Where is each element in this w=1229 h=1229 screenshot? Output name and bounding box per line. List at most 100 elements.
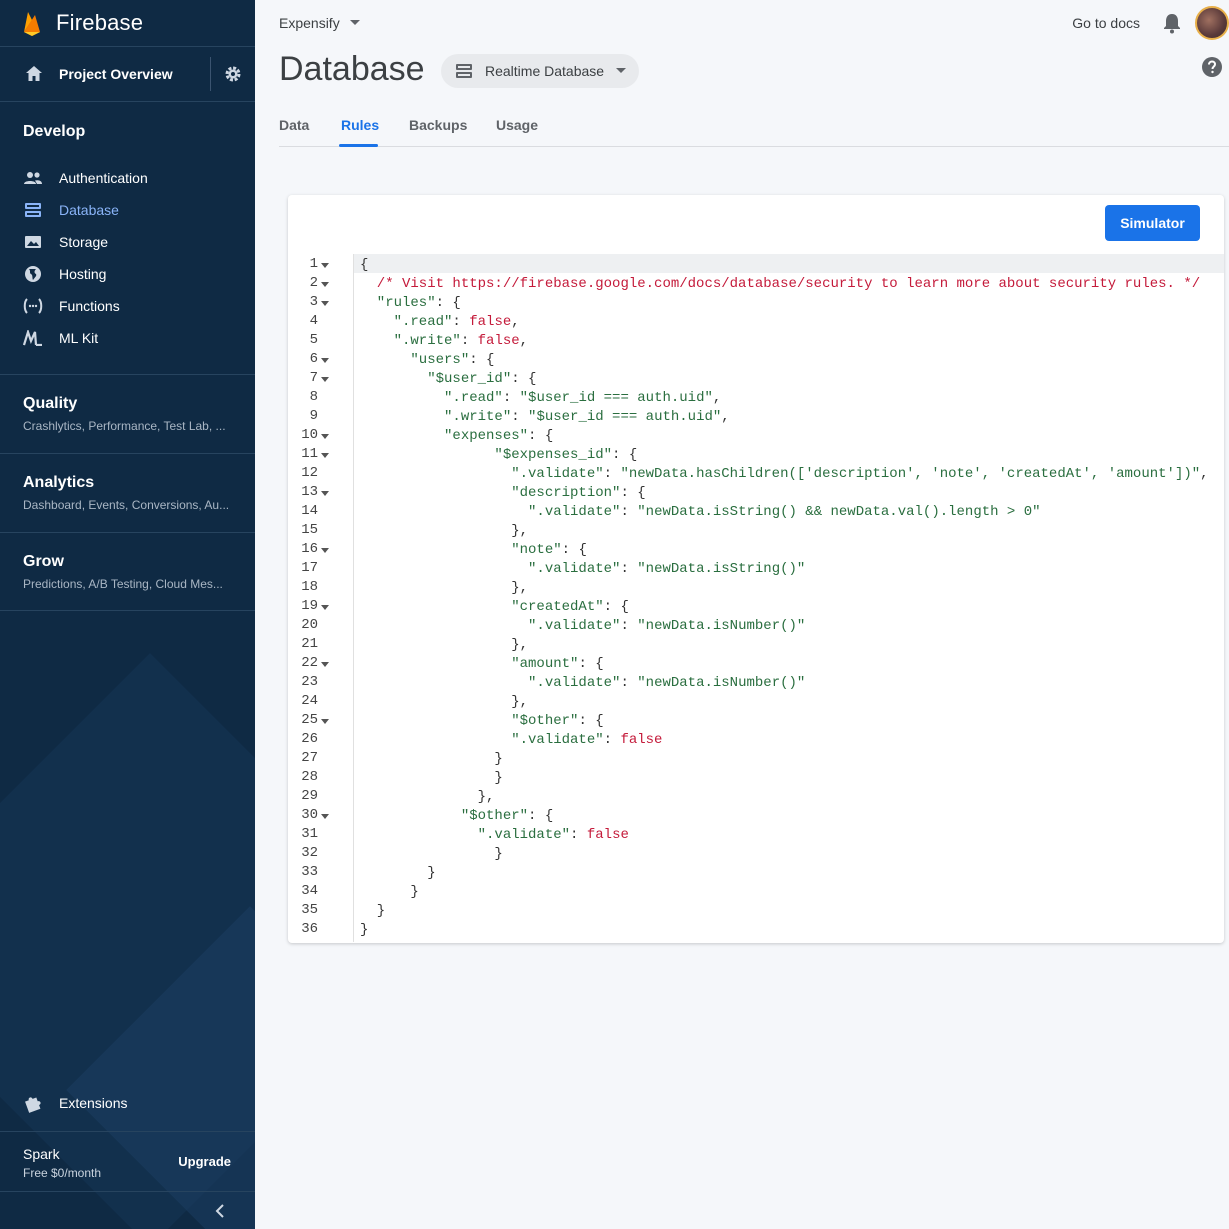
tab-rules[interactable]: Rules [341, 117, 379, 133]
nav-database[interactable]: Database [0, 194, 255, 226]
group-title: Grow [23, 553, 64, 570]
nav-label: Database [59, 202, 119, 218]
simulator-button[interactable]: Simulator [1105, 205, 1200, 241]
code-line: }, [360, 579, 528, 598]
code-token: } [360, 751, 503, 767]
fold-arrow-icon[interactable] [321, 662, 329, 667]
database-type-selector[interactable]: Realtime Database [441, 54, 639, 88]
tab-data[interactable]: Data [279, 117, 309, 133]
fold-arrow-icon[interactable] [321, 301, 329, 306]
code-token: : [502, 390, 520, 406]
main-content: Expensify Go to docs Database Realtime D… [255, 0, 1229, 1229]
code-line: } [360, 921, 368, 940]
code-token: , [721, 409, 730, 425]
code-token: ".validate" [360, 618, 621, 634]
database-type-label: Realtime Database [485, 63, 605, 79]
code-token: } [360, 770, 503, 786]
line-number: 17 [301, 560, 318, 576]
develop-section-title[interactable]: Develop [0, 123, 255, 158]
code-token: } [360, 846, 503, 862]
fold-arrow-icon[interactable] [321, 434, 329, 439]
firebase-logo-icon [24, 12, 40, 36]
line-number: 34 [301, 883, 318, 899]
code-line: "expenses": { [360, 427, 553, 446]
collapse-sidebar-bar[interactable] [0, 1191, 255, 1229]
line-number: 13 [301, 484, 318, 500]
code-line: "description": { [360, 484, 645, 503]
line-number: 36 [301, 921, 318, 937]
fold-arrow-icon[interactable] [321, 263, 329, 268]
fold-arrow-icon[interactable] [321, 605, 329, 610]
line-number: 35 [301, 902, 318, 918]
puzzle-icon [25, 1097, 41, 1113]
code-token: "description" [360, 485, 621, 501]
code-token: } [360, 922, 369, 938]
nav-group-grow[interactable]: Grow Predictions, A/B Testing, Cloud Mes… [0, 532, 255, 611]
code-token: false [477, 333, 520, 349]
code-token: : [620, 675, 638, 691]
code-line: "note": { [360, 541, 587, 560]
fold-arrow-icon[interactable] [321, 548, 329, 553]
nav-authentication[interactable]: Authentication [0, 162, 255, 194]
line-number: 21 [301, 636, 318, 652]
fold-arrow-icon[interactable] [321, 282, 329, 287]
nav-extensions[interactable]: Extensions [0, 1085, 255, 1121]
code-token: : [452, 314, 470, 330]
line-number: 8 [309, 389, 318, 405]
upgrade-button[interactable]: Upgrade [178, 1154, 231, 1169]
notifications-bell-icon[interactable] [1161, 12, 1183, 34]
fold-arrow-icon[interactable] [321, 358, 329, 363]
code-token: }, [360, 637, 529, 653]
code-token: } [360, 865, 436, 881]
account-avatar[interactable] [1195, 6, 1229, 40]
fold-arrow-icon[interactable] [321, 453, 329, 458]
settings-gear-icon[interactable] [211, 47, 255, 102]
nav-group-quality[interactable]: Quality Crashlytics, Performance, Test L… [0, 374, 255, 453]
code-line: ".validate": "newData.isString()" [360, 560, 805, 579]
line-number: 12 [301, 465, 318, 481]
nav-group-analytics[interactable]: Analytics Dashboard, Events, Conversions… [0, 453, 255, 532]
database-icon [456, 64, 472, 78]
code-token: false [469, 314, 512, 330]
project-overview-link[interactable]: Project Overview [59, 66, 210, 82]
tab-usage[interactable]: Usage [496, 117, 538, 133]
code-area[interactable]: { /* Visit https://firebase.google.com/d… [360, 254, 1220, 942]
code-token: "note" [360, 542, 562, 558]
line-number: 32 [301, 845, 318, 861]
code-line: "$expenses_id": { [360, 446, 637, 465]
nav-hosting[interactable]: Hosting [0, 258, 255, 290]
line-number: 23 [301, 674, 318, 690]
fold-arrow-icon[interactable] [321, 814, 329, 819]
code-line: } [360, 750, 503, 769]
caret-down-icon [616, 68, 627, 73]
nav-ml-kit[interactable]: ML Kit [0, 322, 255, 354]
code-line: }, [360, 788, 495, 807]
chevron-left-icon[interactable] [212, 1202, 230, 1220]
code-token: "$other" [360, 808, 529, 824]
code-token: : [511, 409, 529, 425]
page-title: Database [279, 50, 425, 88]
code-token: : { [528, 428, 554, 444]
nav-storage[interactable]: Storage [0, 226, 255, 258]
code-line: ".validate": "newData.isNumber()" [360, 617, 805, 636]
firebase-brand[interactable]: Firebase [0, 0, 255, 47]
functions-icon [23, 296, 43, 316]
code-line: "$other": { [360, 807, 553, 826]
fold-arrow-icon[interactable] [321, 491, 329, 496]
fold-arrow-icon[interactable] [321, 377, 329, 382]
go-to-docs-link[interactable]: Go to docs [1072, 15, 1140, 31]
nav-functions[interactable]: Functions [0, 290, 255, 322]
line-number: 9 [309, 408, 318, 424]
tab-backups[interactable]: Backups [409, 117, 467, 133]
project-selector[interactable]: Expensify [279, 15, 360, 31]
code-token: "amount" [360, 656, 579, 672]
code-token: , [519, 333, 529, 349]
code-line: }, [360, 636, 528, 655]
code-token: false [586, 827, 629, 843]
help-icon[interactable] [1201, 56, 1223, 78]
rules-code-editor[interactable]: 1 2 3 4 5 6 7 8 9 10 11 12 13 14 15 16 17 18 19 20 21 22 23 24 2… [288, 254, 1224, 942]
code-line: { [360, 256, 368, 275]
code-line: ".validate": false [360, 731, 662, 750]
line-number: 5 [309, 332, 318, 348]
fold-arrow-icon[interactable] [321, 719, 329, 724]
